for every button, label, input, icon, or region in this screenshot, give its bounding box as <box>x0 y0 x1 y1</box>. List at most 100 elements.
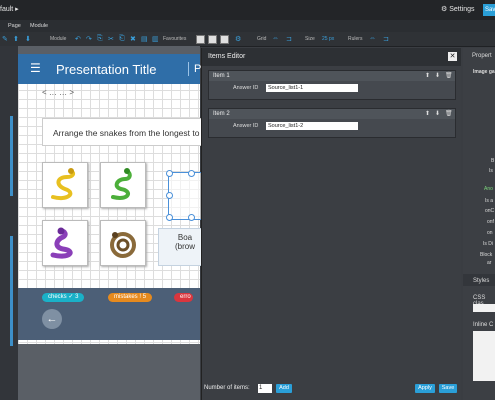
prop-label-2: Is <box>489 168 493 174</box>
trash-icon[interactable]: 🗑 <box>445 72 453 79</box>
number-of-items-input[interactable]: 1 <box>258 384 272 393</box>
item-1-name: Item 1 <box>213 73 230 79</box>
delete-icon[interactable]: ✖ <box>130 35 136 43</box>
down-arrow-icon[interactable]: ⬇ <box>25 35 31 43</box>
redo-icon[interactable]: ↷ <box>86 35 92 43</box>
move-up-icon[interactable]: ⬆ <box>425 72 430 79</box>
back-button[interactable]: ← <box>42 309 62 329</box>
resize-handle-bl[interactable] <box>166 214 173 221</box>
styles-label[interactable]: Styles <box>473 278 489 284</box>
image-gallery-label: Image ga <box>473 69 495 75</box>
mistakes-label: mistakes <box>114 294 138 300</box>
slide-header: ☰ Presentation Title Pag <box>18 54 214 84</box>
prop-label-7: on <box>487 230 493 236</box>
grid-size-value[interactable]: 25 px <box>322 36 334 42</box>
cut-icon[interactable]: ✂ <box>108 35 114 43</box>
table-favourite-icon[interactable] <box>220 35 229 44</box>
module-label: Module <box>50 36 67 42</box>
move-down-icon[interactable]: ⬇ <box>435 110 440 117</box>
checks-count: 3 <box>75 294 79 300</box>
top-bar: fault ▸ ⚙ Settings Sav <box>0 0 495 20</box>
item-1-header: Item 1 ⬆ ⬇ 🗑 <box>209 71 455 81</box>
move-up-icon[interactable]: ⬆ <box>425 110 430 117</box>
left-scroll-bar-2[interactable] <box>10 236 13 346</box>
purple-snake-icon <box>50 227 73 259</box>
inline-style-input[interactable] <box>473 331 495 381</box>
toolbar: ✎ ⬆ ⬇ Module ↶ ↷ ⎘ ✂ ⎗ ✖ ▤ ▥ Favourites … <box>0 32 495 47</box>
items-editor-header: Items Editor ✕ <box>202 48 461 66</box>
snake-card-green[interactable] <box>100 162 146 208</box>
hamburger-menu-icon[interactable]: ☰ <box>30 61 41 75</box>
gear-icon[interactable]: ⚙ <box>235 35 241 43</box>
apply-button[interactable]: Apply <box>415 384 435 393</box>
left-scroll-bar[interactable] <box>10 116 13 196</box>
properties-header: Propert <box>472 53 492 59</box>
menu-module[interactable]: Module <box>30 23 48 29</box>
copy-icon[interactable]: ⎘ <box>97 35 103 43</box>
header-divider <box>188 62 189 76</box>
presentation-title: Presentation Title <box>56 62 157 77</box>
mistakes-badge: mistakes ! 5 <box>108 293 153 302</box>
align-icon[interactable]: ▥ <box>152 35 159 43</box>
inline-style-label: Inline C <box>473 322 494 328</box>
snake-card-purple[interactable] <box>42 220 88 266</box>
checks-badge: checks ✓ 3 <box>42 293 85 302</box>
add-button[interactable]: Add <box>276 384 292 393</box>
item-row-1: Item 1 ⬆ ⬇ 🗑 Answer ID Source_list1-1 <box>208 70 456 100</box>
resize-handle-tl[interactable] <box>166 170 173 177</box>
prop-label-3: Ano <box>484 186 493 192</box>
item-2-name: Item 2 <box>213 111 230 117</box>
rulers-toggle-icon[interactable]: ⇔ <box>369 35 376 42</box>
question-text: Arrange the snakes from the longest to <box>42 118 212 146</box>
trash-icon[interactable]: 🗑 <box>445 110 453 117</box>
save-top-button[interactable]: Sav <box>483 4 495 16</box>
undo-icon[interactable]: ↶ <box>75 35 81 43</box>
item-2-header: Item 2 ⬆ ⬇ 🗑 <box>209 109 455 119</box>
layers-icon[interactable]: ▤ <box>141 35 148 43</box>
errors-label: erro <box>180 294 191 300</box>
resize-handle-l[interactable] <box>166 192 173 199</box>
prop-label-9: Block <box>480 252 493 258</box>
image-favourite-icon[interactable] <box>196 35 205 44</box>
prop-label-5: onC <box>485 208 495 214</box>
left-panel <box>0 46 18 400</box>
resize-handle-b[interactable] <box>188 214 195 221</box>
green-snake-icon <box>111 168 132 200</box>
errors-badge: erro <box>174 293 193 302</box>
save-button[interactable]: Save <box>439 384 457 393</box>
number-of-items-label: Number of items: <box>204 385 250 391</box>
slide-navigation[interactable]: < … … > <box>42 88 74 97</box>
text-favourite-icon[interactable] <box>208 35 217 44</box>
grid-label: Grid <box>257 36 267 42</box>
grid-snap-icon[interactable]: ⊐ <box>286 35 292 43</box>
presentation-name[interactable]: fault ▸ <box>0 5 19 13</box>
yellow-snake-icon <box>51 168 76 200</box>
rulers-snap-icon[interactable]: ⊐ <box>383 35 389 43</box>
items-editor-title: Items Editor <box>208 53 246 60</box>
close-icon[interactable]: ✕ <box>448 52 457 61</box>
settings-button[interactable]: ⚙ Settings <box>441 5 475 13</box>
move-down-icon[interactable]: ⬇ <box>435 72 440 79</box>
snake-card-brown[interactable] <box>100 220 146 266</box>
item-1-answer-input[interactable]: Source_list1-1 <box>266 84 358 92</box>
item-2-answer-input[interactable]: Source_list1-2 <box>266 122 358 130</box>
item-1-answer-label: Answer ID <box>233 85 259 91</box>
rulers-label: Rulers <box>348 36 363 42</box>
prop-label-8: Is Di <box>483 241 493 247</box>
menu-page[interactable]: Page <box>8 23 21 29</box>
paste-icon[interactable]: ⎗ <box>119 35 125 43</box>
edit-icon[interactable]: ✎ <box>2 35 8 43</box>
brown-snake-icon <box>110 232 136 258</box>
left-arrow-icon: ← <box>46 313 58 325</box>
up-arrow-icon[interactable]: ⬆ <box>13 35 19 43</box>
prop-label-6: onf <box>487 219 494 225</box>
prop-label-10: ar <box>487 260 492 266</box>
menu-bar: Page Module <box>0 20 495 32</box>
grid-toggle-icon[interactable]: ⇔ <box>272 35 279 42</box>
css-class-input[interactable] <box>473 304 495 312</box>
snake-card-yellow[interactable] <box>42 162 88 208</box>
size-label: Size <box>305 36 315 42</box>
item-row-2: Item 2 ⬆ ⬇ 🗑 Answer ID Source_list1-2 <box>208 108 456 138</box>
resize-handle-t[interactable] <box>188 170 195 177</box>
prop-label-4: Is a <box>485 198 494 204</box>
